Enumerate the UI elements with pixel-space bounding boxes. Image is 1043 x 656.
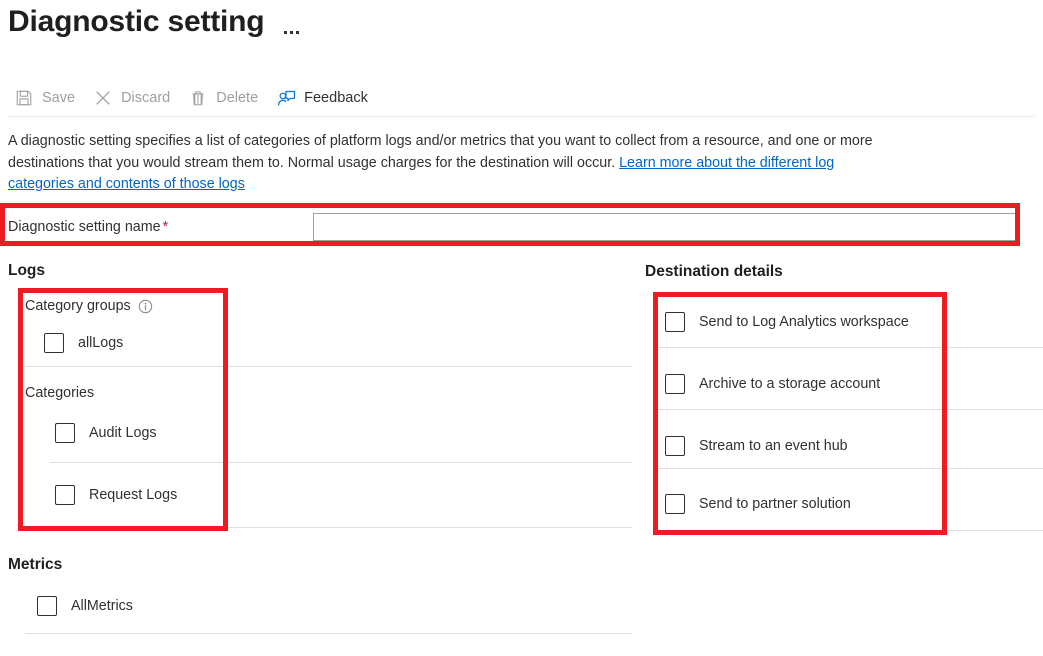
partner-solution-label: Send to partner solution	[699, 496, 851, 512]
divider	[25, 366, 632, 367]
categories-label: Categories	[25, 385, 94, 401]
delete-button-label: Delete	[216, 90, 259, 106]
request-logs-checkbox[interactable]	[55, 485, 75, 505]
delete-icon	[188, 88, 208, 108]
divider	[655, 347, 1043, 348]
checkbox-row-alllogs[interactable]: allLogs	[44, 333, 123, 353]
discard-button[interactable]: Discard	[87, 81, 182, 115]
divider	[25, 633, 632, 634]
categories-label-text: Categories	[25, 385, 95, 401]
metrics-section-heading: Metrics	[8, 556, 63, 573]
required-asterisk: *	[162, 219, 169, 235]
checkbox-row-allmetrics[interactable]: AllMetrics	[37, 596, 133, 616]
ellipsis-icon[interactable]	[282, 4, 301, 40]
save-button-label: Save	[42, 90, 76, 106]
alllogs-checkbox[interactable]	[44, 333, 64, 353]
storage-account-label: Archive to a storage account	[699, 376, 881, 392]
partner-solution-checkbox[interactable]	[665, 494, 685, 514]
info-icon[interactable]	[138, 299, 153, 314]
divider	[655, 468, 1043, 469]
alllogs-label: allLogs	[78, 335, 124, 351]
divider	[655, 530, 1043, 531]
category-groups-label: Category groups	[25, 298, 153, 314]
audit-logs-label: Audit Logs	[89, 425, 157, 441]
diagnostic-setting-name-label: Diagnostic setting name *	[8, 219, 313, 235]
save-icon	[14, 88, 34, 108]
save-button[interactable]: Save	[8, 81, 87, 115]
event-hub-label: Stream to an event hub	[699, 438, 848, 454]
allmetrics-label: AllMetrics	[71, 598, 133, 614]
log-analytics-label: Send to Log Analytics workspace	[699, 314, 909, 330]
delete-button[interactable]: Delete	[182, 81, 270, 115]
discard-button-label: Discard	[121, 90, 171, 106]
page-header: Diagnostic setting	[8, 2, 301, 42]
divider	[50, 462, 632, 463]
checkbox-row-log-analytics[interactable]: Send to Log Analytics workspace	[665, 312, 909, 332]
discard-icon	[93, 88, 113, 108]
logs-section-heading: Logs	[8, 262, 46, 279]
event-hub-checkbox[interactable]	[665, 436, 685, 456]
checkbox-row-partner-solution[interactable]: Send to partner solution	[665, 494, 851, 514]
allmetrics-checkbox[interactable]	[37, 596, 57, 616]
log-analytics-checkbox[interactable]	[665, 312, 685, 332]
checkbox-row-event-hub[interactable]: Stream to an event hub	[665, 436, 848, 456]
description-text: A diagnostic setting specifies a list of…	[8, 131, 884, 196]
diagnostic-setting-name-label-text: Diagnostic setting name	[8, 219, 161, 235]
checkbox-row-request-logs[interactable]: Request Logs	[55, 485, 177, 505]
command-bar: Save Discard Delete Feedback	[8, 80, 1035, 117]
divider	[655, 409, 1043, 410]
destination-details-heading: Destination details	[645, 263, 783, 280]
page-title: Diagnostic setting	[8, 5, 265, 38]
feedback-icon	[276, 88, 296, 108]
diagnostic-setting-name-input[interactable]	[313, 213, 1020, 241]
request-logs-label: Request Logs	[89, 487, 178, 503]
audit-logs-checkbox[interactable]	[55, 423, 75, 443]
category-groups-label-text: Category groups	[25, 298, 131, 314]
checkbox-row-storage-account[interactable]: Archive to a storage account	[665, 374, 880, 394]
divider	[25, 527, 632, 528]
storage-account-checkbox[interactable]	[665, 374, 685, 394]
feedback-button[interactable]: Feedback	[270, 81, 380, 115]
feedback-button-label: Feedback	[304, 90, 368, 106]
checkbox-row-audit-logs[interactable]: Audit Logs	[55, 423, 157, 443]
diagnostic-setting-name-row: Diagnostic setting name *	[8, 212, 1020, 242]
